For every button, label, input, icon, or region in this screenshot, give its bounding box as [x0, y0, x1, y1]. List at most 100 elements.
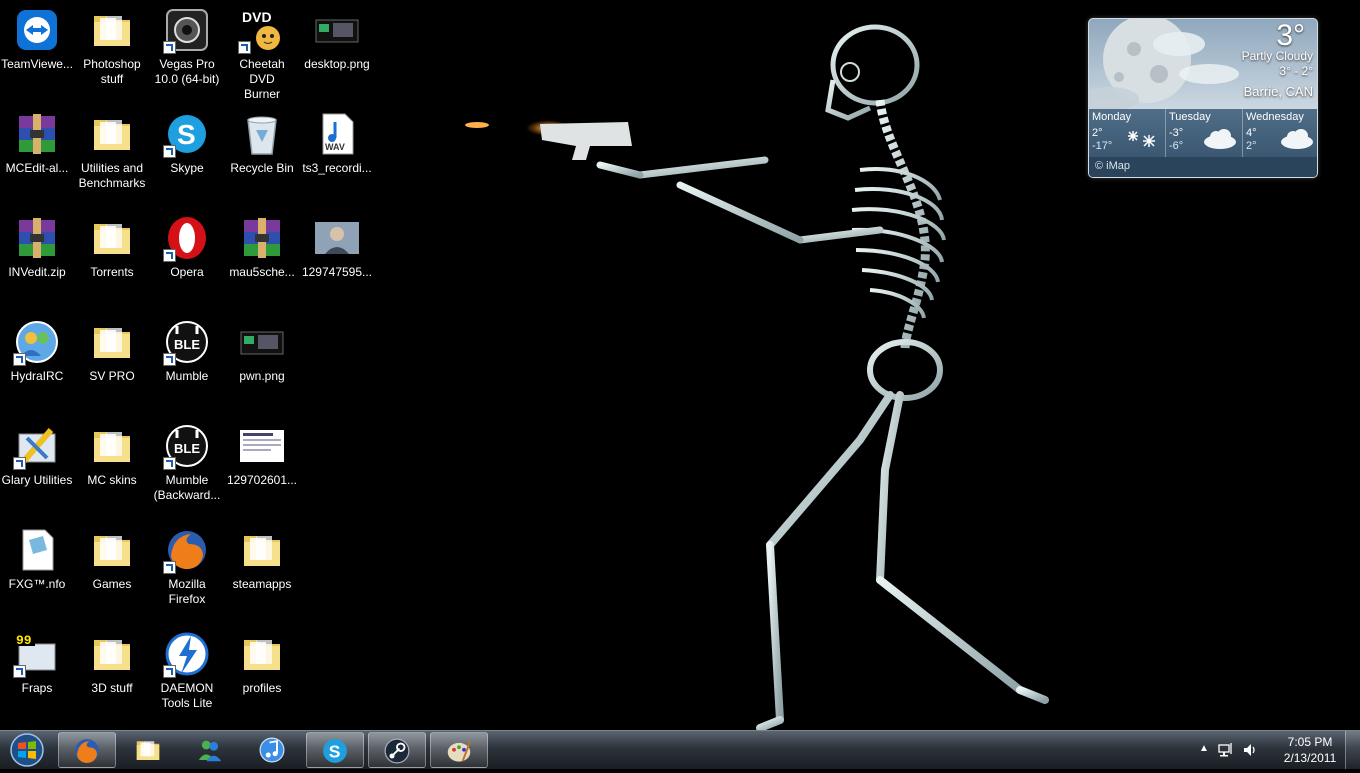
- mumble-icon: BLE: [163, 422, 211, 470]
- forecast-day-name: Tuesday: [1169, 111, 1211, 123]
- desktop-icon[interactable]: TeamViewe...: [0, 0, 74, 100]
- show-desktop-button[interactable]: [1345, 731, 1360, 769]
- desktop-icon[interactable]: MCEdit-al...: [0, 104, 74, 204]
- taskbar-clock[interactable]: 7:05 PM 2/13/2011: [1270, 734, 1350, 766]
- desktop-icon-label: profiles: [242, 681, 282, 695]
- weather-gadget[interactable]: 3° Partly Cloudy 3° - 2° Barrie, CAN Mon…: [1088, 18, 1318, 178]
- desktop-icon-label: mau5sche...: [229, 265, 295, 279]
- opera-icon: [163, 214, 211, 262]
- desktop-icon[interactable]: desktop.png: [300, 0, 374, 100]
- taskbar-button-windows-explorer[interactable]: [120, 732, 178, 768]
- forecast-day: Monday 2° -17°: [1089, 109, 1165, 159]
- desktop-icon[interactable]: WAV ts3_recordi...: [300, 104, 374, 204]
- desktop-icon-label: Torrents: [90, 265, 134, 279]
- desktop-icon[interactable]: DVD Cheetah DVD Burner: [225, 0, 299, 101]
- desktop-icon-label: HydraIRC: [10, 369, 64, 383]
- shortcut-arrow-icon: [13, 457, 26, 470]
- desktop-icon[interactable]: 99 Fraps: [0, 624, 74, 724]
- desktop-icon[interactable]: MC skins: [75, 416, 149, 516]
- desktop-icon[interactable]: BLE Mumble (Backward...: [150, 416, 224, 516]
- taskbar-button-messenger[interactable]: [182, 732, 240, 768]
- svg-text:S: S: [329, 741, 341, 761]
- desktop-icon-label: Utilities and Benchmarks: [78, 161, 146, 190]
- desktop-icon[interactable]: 129747595...: [300, 208, 374, 308]
- desktop-icon-label: pwn.png: [239, 369, 285, 383]
- desktop-icon[interactable]: DAEMON Tools Lite: [150, 624, 224, 724]
- shortcut-arrow-icon: [163, 41, 176, 54]
- folder-icon: [88, 318, 136, 366]
- desktop-icon[interactable]: 129702601...: [225, 416, 299, 516]
- shortcut-arrow-icon: [163, 561, 176, 574]
- desktop-icon[interactable]: steamapps: [225, 520, 299, 620]
- desktop-icon[interactable]: Photoshop stuff: [75, 0, 149, 100]
- svg-text:WAV: WAV: [325, 142, 345, 152]
- volume-icon[interactable]: [1242, 742, 1258, 758]
- firefox-icon: [163, 526, 211, 574]
- shortcut-arrow-icon: [13, 665, 26, 678]
- image-file-icon: [238, 318, 286, 366]
- desktop-icon-label: DAEMON Tools Lite: [160, 681, 214, 710]
- forecast-day-name: Wednesday: [1246, 111, 1304, 123]
- desktop-icon[interactable]: Mozilla Firefox: [150, 520, 224, 620]
- winrar-archive-icon: [13, 214, 61, 262]
- desktop[interactable]: TeamViewe... Photoshop stuff Vegas Pro 10.…: [0, 0, 1360, 730]
- desktop-icon[interactable]: S Skype: [150, 104, 224, 204]
- desktop-icon-label: desktop.png: [304, 57, 370, 71]
- shortcut-arrow-icon: [163, 457, 176, 470]
- desktop-icon[interactable]: Glary Utilities: [0, 416, 74, 516]
- taskbar-button-skype[interactable]: S: [306, 732, 364, 768]
- desktop-icon[interactable]: Games: [75, 520, 149, 620]
- desktop-icon[interactable]: Torrents: [75, 208, 149, 308]
- temperature-range: 3° - 2°: [1279, 64, 1313, 78]
- desktop-icon[interactable]: Vegas Pro 10.0 (64-bit): [150, 0, 224, 100]
- photo-file-icon: [313, 214, 361, 262]
- folder-icon: [88, 630, 136, 678]
- start-button[interactable]: [3, 732, 51, 768]
- desktop-icon-label: 3D stuff: [91, 681, 133, 695]
- desktop-icon-label: ts3_recordi...: [302, 161, 372, 175]
- desktop-icon[interactable]: 3D stuff: [75, 624, 149, 724]
- taskbar: S ▲ 7:05 PM 2/13/2011: [0, 730, 1360, 769]
- desktop-icon[interactable]: FXG™.nfo: [0, 520, 74, 620]
- taskbar-button-firefox[interactable]: [58, 732, 116, 768]
- desktop-icon-label: Mumble (Backward...: [153, 473, 221, 502]
- cloud-icon: [1204, 129, 1236, 149]
- desktop-icon[interactable]: SV PRO: [75, 312, 149, 412]
- desktop-icon-label: Mozilla Firefox: [168, 577, 206, 606]
- desktop-icon[interactable]: Recycle Bin: [225, 104, 299, 204]
- svg-text:S: S: [177, 119, 196, 150]
- image-file-icon: [313, 6, 361, 54]
- taskbar-button-paint[interactable]: [430, 732, 488, 768]
- svg-text:99: 99: [16, 633, 32, 648]
- glary-utilities-icon: [13, 422, 61, 470]
- desktop-icon[interactable]: BLE Mumble: [150, 312, 224, 412]
- desktop-icon-label: Games: [92, 577, 132, 591]
- skype-icon: S: [163, 110, 211, 158]
- taskbar-button-itunes[interactable]: [244, 732, 302, 768]
- clock-time: 7:05 PM: [1287, 735, 1333, 749]
- taskbar-button-steam[interactable]: [368, 732, 426, 768]
- shortcut-arrow-icon: [163, 353, 176, 366]
- hydrairc-icon: [13, 318, 61, 366]
- desktop-icon-label: Glary Utilities: [1, 473, 73, 487]
- folder-icon: [88, 526, 136, 574]
- desktop-icon-label: Mumble: [165, 369, 209, 383]
- desktop-icon[interactable]: Utilities and Benchmarks: [75, 104, 149, 204]
- shortcut-arrow-icon: [163, 249, 176, 262]
- folder-icon: [88, 110, 136, 158]
- desktop-icon[interactable]: pwn.png: [225, 312, 299, 412]
- desktop-icon[interactable]: HydraIRC: [0, 312, 74, 412]
- desktop-icon-label: Cheetah DVD Burner: [239, 57, 285, 101]
- system-tray: ▲ 7:05 PM 2/13/2011: [1190, 731, 1360, 769]
- desktop-icon[interactable]: INVedit.zip: [0, 208, 74, 308]
- desktop-icon[interactable]: Opera: [150, 208, 224, 308]
- desktop-icon[interactable]: profiles: [225, 624, 299, 724]
- desktop-icon[interactable]: mau5sche...: [225, 208, 299, 308]
- winrar-archive-icon: [238, 214, 286, 262]
- desktop-icon-label: SV PRO: [89, 369, 135, 383]
- show-hidden-icons-button[interactable]: ▲: [1199, 743, 1209, 754]
- daemon-tools-icon: [163, 630, 211, 678]
- network-icon[interactable]: [1218, 742, 1234, 758]
- desktop-icon-label: Photoshop stuff: [83, 57, 141, 86]
- desktop-icon-label: Fraps: [21, 681, 53, 695]
